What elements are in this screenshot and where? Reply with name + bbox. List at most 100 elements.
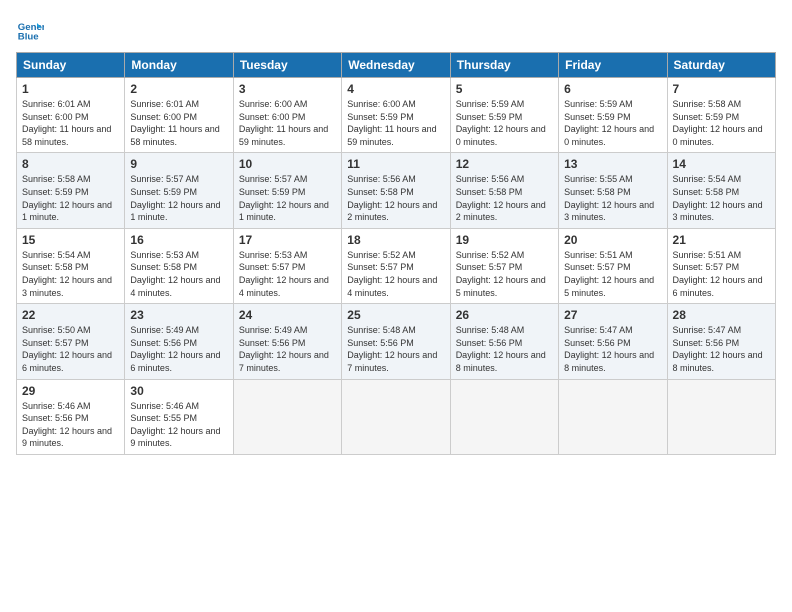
cell-content: Sunrise: 5:48 AMSunset: 5:56 PMDaylight:… [456,324,553,374]
calendar-cell: 16Sunrise: 5:53 AMSunset: 5:58 PMDayligh… [125,228,233,303]
day-number: 28 [673,308,770,322]
day-number: 23 [130,308,227,322]
cell-content: Sunrise: 5:49 AMSunset: 5:56 PMDaylight:… [239,324,336,374]
calendar-week-3: 15 Sunrise: 5:54 AMSunset: 5:58 PMDayligh… [17,228,776,303]
cell-content: Sunrise: 5:59 AMSunset: 5:59 PMDaylight:… [456,98,553,148]
cell-content: Sunrise: 5:56 AMSunset: 5:58 PMDaylight:… [456,173,553,223]
calendar-cell: 25 Sunrise: 5:48 AMSunset: 5:56 PMDayligh… [342,304,450,379]
column-header-friday: Friday [559,53,667,78]
logo-icon: General Blue [16,16,44,44]
day-number: 5 [456,82,553,96]
day-number: 11 [347,157,444,171]
calendar-cell: 22 Sunrise: 5:50 AMSunset: 5:57 PMDayligh… [17,304,125,379]
cell-content: Sunrise: 5:58 AMSunset: 5:59 PMDaylight:… [673,98,770,148]
cell-content: Sunrise: 5:48 AMSunset: 5:56 PMDaylight:… [347,324,444,374]
calendar-cell: 10 Sunrise: 5:57 AMSunset: 5:59 PMDayligh… [233,153,341,228]
calendar-cell: 26 Sunrise: 5:48 AMSunset: 5:56 PMDayligh… [450,304,558,379]
calendar-cell: 30Sunrise: 5:46 AMSunset: 5:55 PMDayligh… [125,379,233,454]
calendar-cell: 8 Sunrise: 5:58 AMSunset: 5:59 PMDaylight… [17,153,125,228]
day-number: 3 [239,82,336,96]
day-number: 2 [130,82,227,96]
cell-content: Sunrise: 6:00 AMSunset: 5:59 PMDaylight:… [347,98,444,148]
day-number: 21 [673,233,770,247]
day-number: 24 [239,308,336,322]
cell-content: Sunrise: 5:51 AMSunset: 5:57 PMDaylight:… [673,249,770,299]
cell-content: Sunrise: 5:56 AMSunset: 5:58 PMDaylight:… [347,173,444,223]
day-number: 9 [130,157,227,171]
calendar-cell: 18 Sunrise: 5:52 AMSunset: 5:57 PMDayligh… [342,228,450,303]
calendar-cell: 15 Sunrise: 5:54 AMSunset: 5:58 PMDayligh… [17,228,125,303]
cell-content: Sunrise: 5:55 AMSunset: 5:58 PMDaylight:… [564,173,661,223]
day-number: 25 [347,308,444,322]
calendar-cell: 3 Sunrise: 6:00 AMSunset: 6:00 PMDaylight… [233,78,341,153]
column-header-thursday: Thursday [450,53,558,78]
calendar-cell: 12 Sunrise: 5:56 AMSunset: 5:58 PMDayligh… [450,153,558,228]
calendar-cell: 11 Sunrise: 5:56 AMSunset: 5:58 PMDayligh… [342,153,450,228]
cell-content: Sunrise: 5:50 AMSunset: 5:57 PMDaylight:… [22,324,119,374]
calendar-cell: 1Sunrise: 6:01 AMSunset: 6:00 PMDaylight… [17,78,125,153]
cell-content: Sunrise: 5:47 AMSunset: 5:56 PMDaylight:… [564,324,661,374]
calendar-header-row: SundayMondayTuesdayWednesdayThursdayFrid… [17,53,776,78]
page-header: General Blue [16,16,776,44]
calendar-week-1: 1Sunrise: 6:01 AMSunset: 6:00 PMDaylight… [17,78,776,153]
calendar-body: 1Sunrise: 6:01 AMSunset: 6:00 PMDaylight… [17,78,776,455]
cell-content: Sunrise: 6:01 AMSunset: 6:00 PMDaylight:… [22,98,119,148]
calendar-cell [342,379,450,454]
day-number: 18 [347,233,444,247]
cell-content: Sunrise: 5:52 AMSunset: 5:57 PMDaylight:… [456,249,553,299]
cell-content: Sunrise: 5:57 AMSunset: 5:59 PMDaylight:… [239,173,336,223]
day-number: 17 [239,233,336,247]
day-number: 8 [22,157,119,171]
calendar-cell: 20Sunrise: 5:51 AMSunset: 5:57 PMDayligh… [559,228,667,303]
day-number: 4 [347,82,444,96]
calendar-week-4: 22 Sunrise: 5:50 AMSunset: 5:57 PMDayligh… [17,304,776,379]
day-number: 22 [22,308,119,322]
calendar-cell [667,379,775,454]
cell-content: Sunrise: 5:53 AMSunset: 5:57 PMDaylight:… [239,249,336,299]
column-header-monday: Monday [125,53,233,78]
cell-content: Sunrise: 5:51 AMSunset: 5:57 PMDaylight:… [564,249,661,299]
calendar-cell: 14Sunrise: 5:54 AMSunset: 5:58 PMDayligh… [667,153,775,228]
calendar-cell: 21 Sunrise: 5:51 AMSunset: 5:57 PMDayligh… [667,228,775,303]
cell-content: Sunrise: 5:46 AMSunset: 5:55 PMDaylight:… [130,400,227,450]
cell-content: Sunrise: 6:00 AMSunset: 6:00 PMDaylight:… [239,98,336,148]
column-header-tuesday: Tuesday [233,53,341,78]
calendar-cell: 13 Sunrise: 5:55 AMSunset: 5:58 PMDayligh… [559,153,667,228]
calendar-cell: 29 Sunrise: 5:46 AMSunset: 5:56 PMDayligh… [17,379,125,454]
day-number: 12 [456,157,553,171]
day-number: 26 [456,308,553,322]
cell-content: Sunrise: 6:01 AMSunset: 6:00 PMDaylight:… [130,98,227,148]
day-number: 29 [22,384,119,398]
calendar-cell: 4 Sunrise: 6:00 AMSunset: 5:59 PMDaylight… [342,78,450,153]
calendar-cell: 2 Sunrise: 6:01 AMSunset: 6:00 PMDaylight… [125,78,233,153]
column-header-sunday: Sunday [17,53,125,78]
calendar-cell [559,379,667,454]
calendar-cell: 24 Sunrise: 5:49 AMSunset: 5:56 PMDayligh… [233,304,341,379]
cell-content: Sunrise: 5:53 AMSunset: 5:58 PMDaylight:… [130,249,227,299]
calendar-cell: 28Sunrise: 5:47 AMSunset: 5:56 PMDayligh… [667,304,775,379]
calendar-week-5: 29 Sunrise: 5:46 AMSunset: 5:56 PMDayligh… [17,379,776,454]
logo: General Blue [16,16,44,44]
calendar-cell: 23 Sunrise: 5:49 AMSunset: 5:56 PMDayligh… [125,304,233,379]
cell-content: Sunrise: 5:54 AMSunset: 5:58 PMDaylight:… [22,249,119,299]
day-number: 13 [564,157,661,171]
calendar-cell: 5 Sunrise: 5:59 AMSunset: 5:59 PMDaylight… [450,78,558,153]
day-number: 10 [239,157,336,171]
calendar-table: SundayMondayTuesdayWednesdayThursdayFrid… [16,52,776,455]
cell-content: Sunrise: 5:59 AMSunset: 5:59 PMDaylight:… [564,98,661,148]
calendar-cell: 19 Sunrise: 5:52 AMSunset: 5:57 PMDayligh… [450,228,558,303]
day-number: 15 [22,233,119,247]
calendar-cell: 6Sunrise: 5:59 AMSunset: 5:59 PMDaylight… [559,78,667,153]
day-number: 27 [564,308,661,322]
column-header-wednesday: Wednesday [342,53,450,78]
calendar-cell: 27 Sunrise: 5:47 AMSunset: 5:56 PMDayligh… [559,304,667,379]
calendar-cell [233,379,341,454]
cell-content: Sunrise: 5:58 AMSunset: 5:59 PMDaylight:… [22,173,119,223]
cell-content: Sunrise: 5:52 AMSunset: 5:57 PMDaylight:… [347,249,444,299]
cell-content: Sunrise: 5:49 AMSunset: 5:56 PMDaylight:… [130,324,227,374]
calendar-week-2: 8 Sunrise: 5:58 AMSunset: 5:59 PMDaylight… [17,153,776,228]
day-number: 19 [456,233,553,247]
cell-content: Sunrise: 5:46 AMSunset: 5:56 PMDaylight:… [22,400,119,450]
calendar-cell: 17 Sunrise: 5:53 AMSunset: 5:57 PMDayligh… [233,228,341,303]
calendar-cell [450,379,558,454]
